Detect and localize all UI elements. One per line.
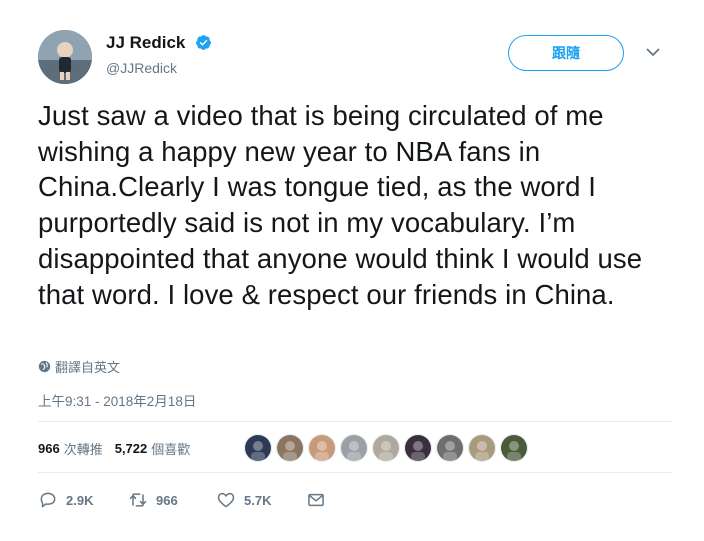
liker-avatar[interactable] [244,434,272,462]
retweet-count: 966 [156,492,178,508]
user-name[interactable]: JJ Redick [106,33,185,53]
heart-icon [217,492,235,508]
tweet-stats: 966 次轉推 5,722 個喜歡 [38,439,190,458]
reply-count: 2.9K [66,492,94,508]
liker-avatar[interactable] [404,434,432,462]
retweets-label: 次轉推 [63,442,103,457]
liker-avatar[interactable] [500,434,528,462]
likes-label: 個喜歡 [151,442,191,457]
globe-icon [38,360,51,373]
retweet-button[interactable]: 966 [128,490,216,510]
chevron-down-icon[interactable] [645,46,661,58]
tweet-text: Just saw a video that is being circulate… [38,100,643,310]
avatar[interactable] [38,30,92,84]
retweets-stat[interactable]: 966 次轉推 [38,439,103,458]
translate-label[interactable]: 翻譯自英文 [55,357,120,376]
message-icon [308,493,324,507]
liker-avatar[interactable] [276,434,304,462]
follow-button[interactable]: 跟隨 [508,35,624,71]
translate-link[interactable]: 翻譯自英文 [38,357,120,376]
likes-stat[interactable]: 5,722 個喜歡 [115,439,191,458]
retweet-icon [129,493,147,507]
liker-avatar[interactable] [340,434,368,462]
likes-count: 5,722 [114,441,148,456]
direct-message-button[interactable] [306,490,334,510]
liker-avatar[interactable] [468,434,496,462]
divider [38,472,672,473]
like-button[interactable]: 5.7K [216,490,306,510]
like-count: 5.7K [244,492,272,508]
verified-badge-icon [196,35,211,50]
timestamp[interactable]: 上午9:31 - 2018年2月18日 [38,390,196,410]
user-handle[interactable]: @JJRedick [106,60,177,76]
divider [38,421,672,422]
reply-icon [40,492,56,508]
liker-avatar[interactable] [372,434,400,462]
retweets-count: 966 [38,441,60,456]
liker-avatar[interactable] [436,434,464,462]
liker-avatars [244,434,532,462]
liker-avatar[interactable] [308,434,336,462]
reply-button[interactable]: 2.9K [38,490,128,510]
tweet-card: JJ Redick @JJRedick 跟隨 Just saw a video … [0,0,704,541]
tweet-actions: 2.9K 966 5.7K [38,490,334,510]
